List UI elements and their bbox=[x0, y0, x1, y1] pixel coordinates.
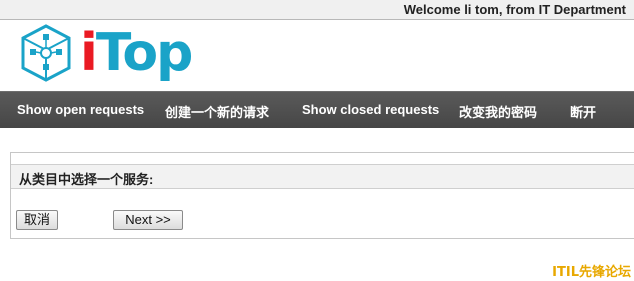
nav-create-new-request[interactable]: 创建一个新的请求 bbox=[165, 102, 269, 121]
next-button[interactable]: Next >> bbox=[113, 210, 183, 230]
logo-letters-top: Top bbox=[95, 23, 194, 83]
nav-show-closed-requests[interactable]: Show closed requests bbox=[302, 102, 439, 117]
itop-cube-icon bbox=[21, 24, 71, 82]
nav-logout[interactable]: 断开 bbox=[570, 102, 596, 121]
top-status-bar: Welcome li tom, from IT Department bbox=[0, 0, 634, 20]
main-navigation: Show open requests 创建一个新的请求 Show closed … bbox=[0, 91, 634, 128]
nav-change-password[interactable]: 改变我的密码 bbox=[459, 102, 537, 121]
nav-show-open-requests[interactable]: Show open requests bbox=[17, 102, 144, 117]
itop-logo-wordmark: iTop bbox=[80, 22, 194, 84]
logo-letter-i: i bbox=[80, 23, 98, 83]
panel-title: 从类目中选择一个服务: bbox=[19, 172, 154, 187]
forum-watermark: ITIL先锋论坛 bbox=[552, 265, 631, 280]
service-selection-panel: 从类目中选择一个服务: 取消 Next >> bbox=[10, 152, 634, 239]
cancel-button[interactable]: 取消 bbox=[16, 210, 58, 230]
panel-header: 从类目中选择一个服务: bbox=[11, 164, 634, 189]
welcome-message: Welcome li tom, from IT Department bbox=[403, 2, 626, 17]
site-header: iTop bbox=[0, 20, 634, 91]
